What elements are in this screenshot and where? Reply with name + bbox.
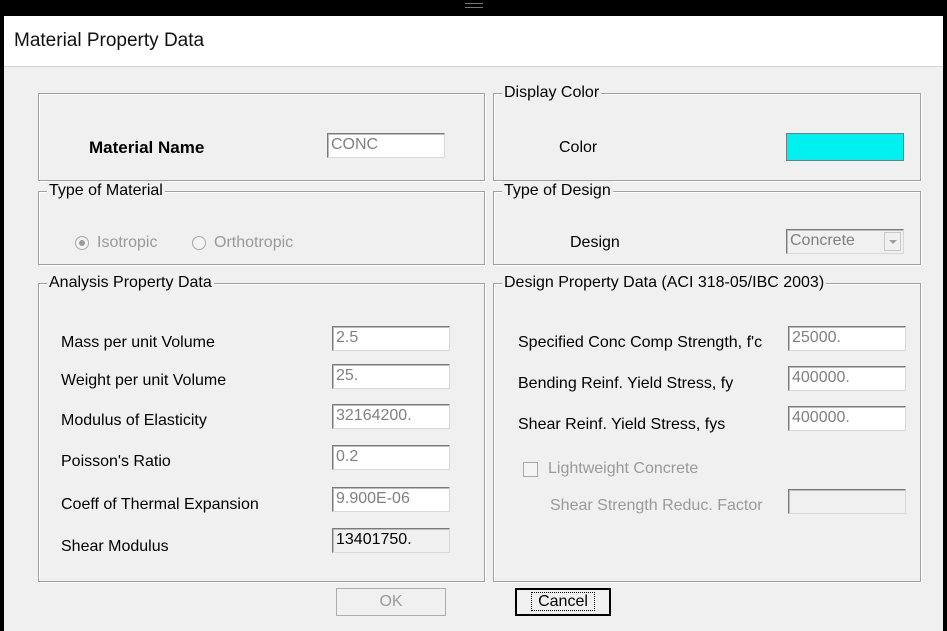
fc-label: Specified Conc Comp Strength, f'c: [518, 334, 763, 351]
shear-factor-input[interactable]: [788, 489, 906, 514]
material-name-group: Material Name CONC: [38, 93, 485, 181]
design-property-group: Design Property Data (ACI 318-05/IBC 200…: [493, 273, 921, 582]
dialog-titlebar[interactable]: Material Property Data: [4, 16, 943, 67]
window-right-border: [943, 0, 947, 631]
mass-label: Mass per unit Volume: [61, 334, 215, 351]
modulus-label: Modulus of Elasticity: [61, 412, 207, 429]
grip-icon: [465, 3, 483, 8]
lightweight-label: Lightweight Concrete: [548, 460, 699, 477]
fc-input[interactable]: 25000.: [788, 326, 906, 351]
color-label: Color: [559, 139, 598, 156]
poisson-input[interactable]: 0.2: [332, 445, 450, 470]
shear-modulus-label: Shear Modulus: [61, 538, 169, 555]
type-of-design-legend: Type of Design: [502, 181, 613, 201]
type-of-design-group: Type of Design Design Concrete: [493, 181, 921, 265]
material-property-dialog: Material Property Data Material Name CON…: [4, 16, 943, 631]
lightweight-checkbox[interactable]: [523, 462, 538, 477]
orthotropic-label: Orthotropic: [214, 234, 294, 251]
shear-modulus-value: 13401750.: [332, 528, 450, 553]
chevron-down-icon: [889, 240, 897, 244]
weight-input[interactable]: 25.: [332, 364, 450, 389]
isotropic-label: Isotropic: [97, 234, 158, 251]
design-select-value: Concrete: [790, 232, 855, 249]
window-top-border: [0, 0, 947, 16]
shear-factor-label: Shear Strength Reduc. Factor: [550, 497, 763, 514]
design-label: Design: [570, 234, 620, 251]
display-color-group: Display Color Color: [493, 83, 921, 181]
type-of-material-group: Type of Material Isotropic Orthotropic: [38, 181, 485, 265]
isotropic-radio[interactable]: [75, 236, 89, 250]
type-of-material-legend: Type of Material: [47, 181, 165, 201]
design-dropdown-button[interactable]: [884, 232, 901, 251]
cancel-button[interactable]: Cancel: [515, 588, 611, 616]
fys-input[interactable]: 400000.: [788, 406, 906, 431]
poisson-label: Poisson's Ratio: [61, 453, 171, 470]
orthotropic-radio[interactable]: [192, 236, 206, 250]
design-property-legend: Design Property Data (ACI 318-05/IBC 200…: [502, 273, 827, 293]
material-name-input[interactable]: CONC: [327, 133, 445, 158]
thermal-input[interactable]: 9.900E-06: [332, 487, 450, 512]
dialog-title: Material Property Data: [14, 30, 205, 51]
analysis-property-group: Analysis Property Data Mass per unit Vol…: [38, 273, 485, 582]
display-color-legend: Display Color: [502, 83, 602, 103]
design-select[interactable]: Concrete: [786, 229, 904, 254]
fy-label: Bending Reinf. Yield Stress, fy: [518, 375, 734, 392]
material-name-label: Material Name: [89, 138, 205, 157]
cancel-button-label: Cancel: [531, 592, 595, 611]
mass-input[interactable]: 2.5: [332, 326, 450, 351]
weight-label: Weight per unit Volume: [61, 372, 227, 389]
analysis-property-legend: Analysis Property Data: [47, 273, 214, 293]
screen: Material Property Data Material Name CON…: [0, 0, 947, 631]
color-swatch[interactable]: [786, 133, 904, 161]
fy-input[interactable]: 400000.: [788, 366, 906, 391]
ok-button[interactable]: OK: [336, 588, 446, 616]
modulus-input[interactable]: 32164200.: [332, 404, 450, 429]
fys-label: Shear Reinf. Yield Stress, fys: [518, 416, 726, 433]
radio-selected-dot-icon: [79, 240, 85, 246]
thermal-label: Coeff of Thermal Expansion: [61, 496, 259, 513]
